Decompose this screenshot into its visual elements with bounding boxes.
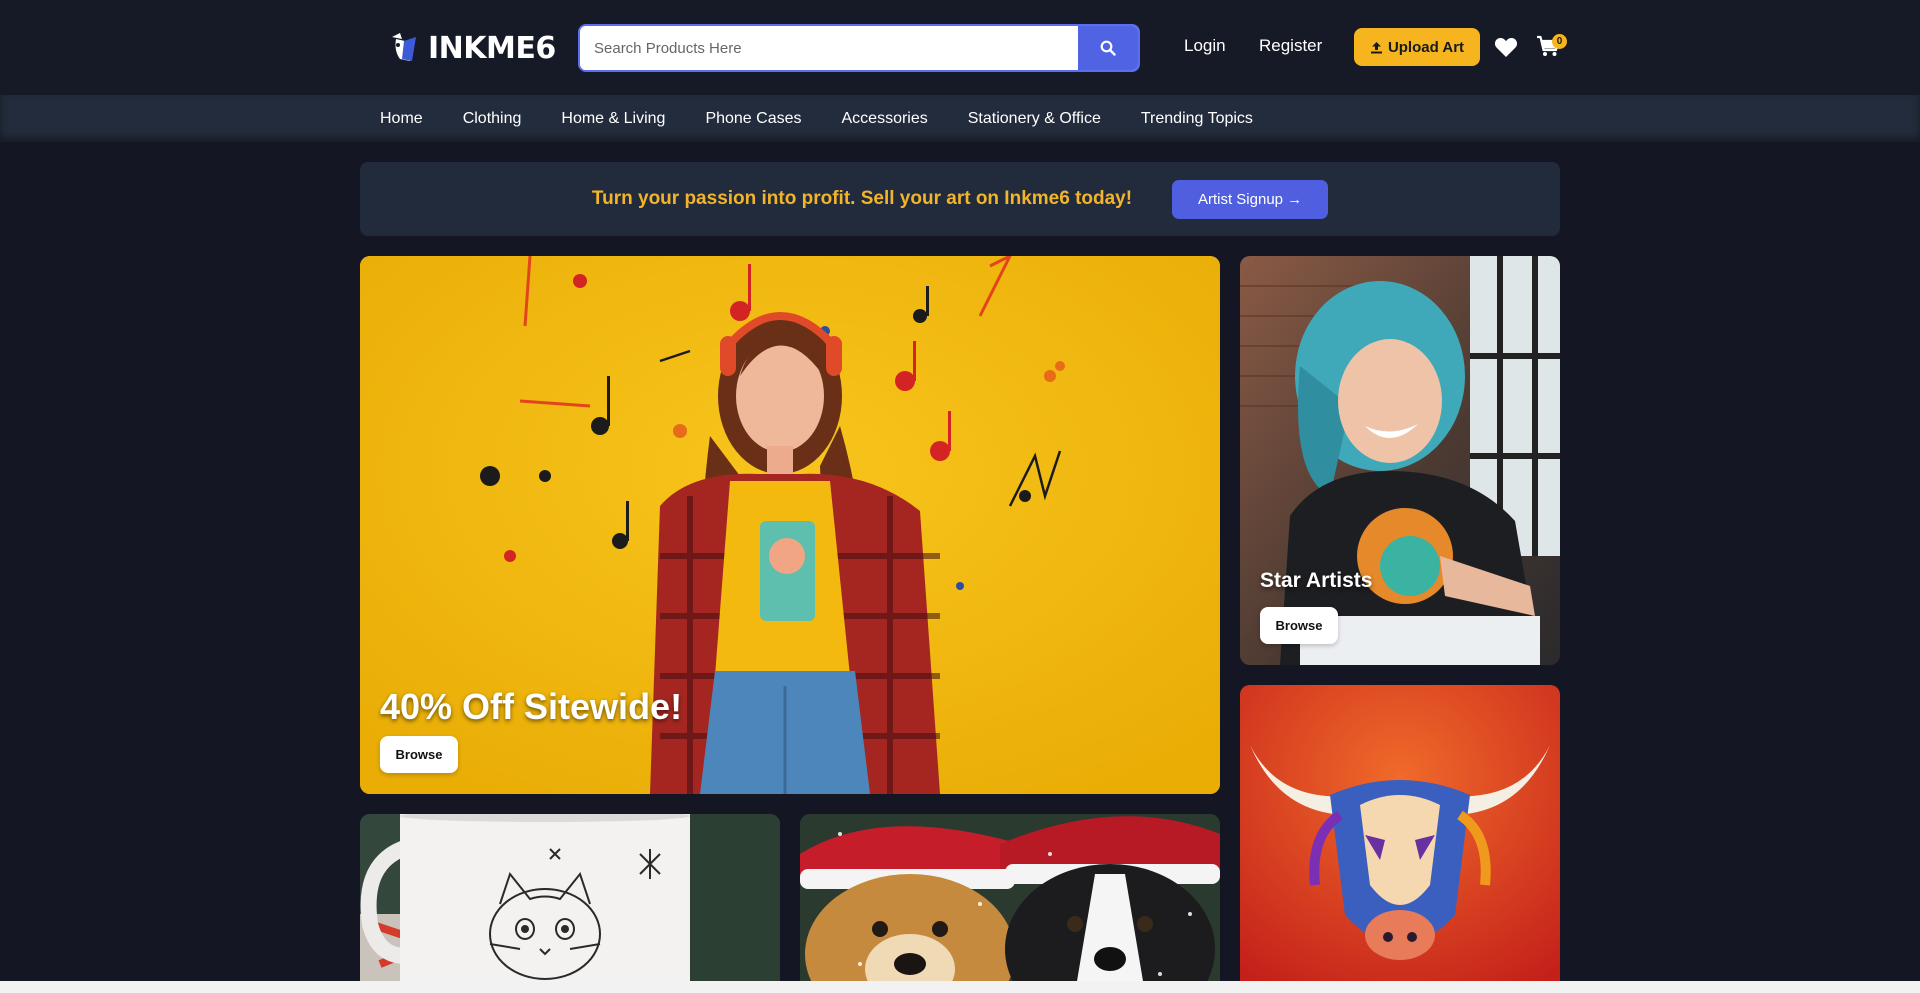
star-artists-title: Star Artists [1260,569,1373,592]
upload-icon [1370,41,1382,53]
bull-painting-image [1240,685,1560,993]
login-link[interactable]: Login [1184,36,1226,56]
search-bar [578,24,1140,72]
upload-art-button[interactable]: Upload Art [1354,28,1480,66]
search-input[interactable] [580,26,1078,70]
search-button[interactable] [1078,26,1138,70]
upload-art-label: Upload Art [1387,38,1465,56]
artist-promo-banner: Turn your passion into profit. Sell your… [360,162,1560,236]
cat-mug-tile[interactable] [360,814,780,993]
page-bottom-edge [0,981,1920,993]
christmas-dogs-image [800,814,1220,993]
bull-painting-tile[interactable] [1240,685,1560,993]
artist-signup-button[interactable]: Artist Signup → [1172,179,1329,219]
nav-item-home[interactable]: Home [380,110,423,128]
wishlist-button[interactable] [1494,36,1518,63]
hero-browse-button[interactable]: Browse [380,736,458,773]
christmas-dogs-tile[interactable] [800,814,1220,993]
nav-item-clothing[interactable]: Clothing [463,110,522,128]
register-link[interactable]: Register [1259,36,1322,56]
site-logo[interactable]: INKME6 [388,30,556,66]
logo-icon [392,33,416,61]
promo-text: Turn your passion into profit. Sell your… [591,188,1133,209]
nav-item-phone-cases[interactable]: Phone Cases [705,110,801,128]
star-artist-image [1240,256,1560,665]
cat-mug-image [360,814,780,993]
cart-count-badge: 0 [1552,34,1567,49]
nav-item-stationery-office[interactable]: Stationery & Office [968,110,1101,128]
category-nav: Home Clothing Home & Living Phone Cases … [0,95,1920,142]
nav-item-trending-topics[interactable]: Trending Topics [1141,110,1253,128]
sale-banner-tile[interactable]: 40% Off Sitewide! Browse [360,256,1220,794]
star-artists-tile[interactable]: Star Artists Browse [1240,256,1560,665]
logo-text: INKME6 [428,30,556,66]
nav-item-home-living[interactable]: Home & Living [561,110,665,128]
hero-title: 40% Off Sitewide! [380,686,683,727]
heart-icon [1494,37,1518,57]
search-icon [1100,40,1116,56]
nav-item-accessories[interactable]: Accessories [842,110,928,128]
star-artists-browse-button[interactable]: Browse [1260,607,1338,644]
